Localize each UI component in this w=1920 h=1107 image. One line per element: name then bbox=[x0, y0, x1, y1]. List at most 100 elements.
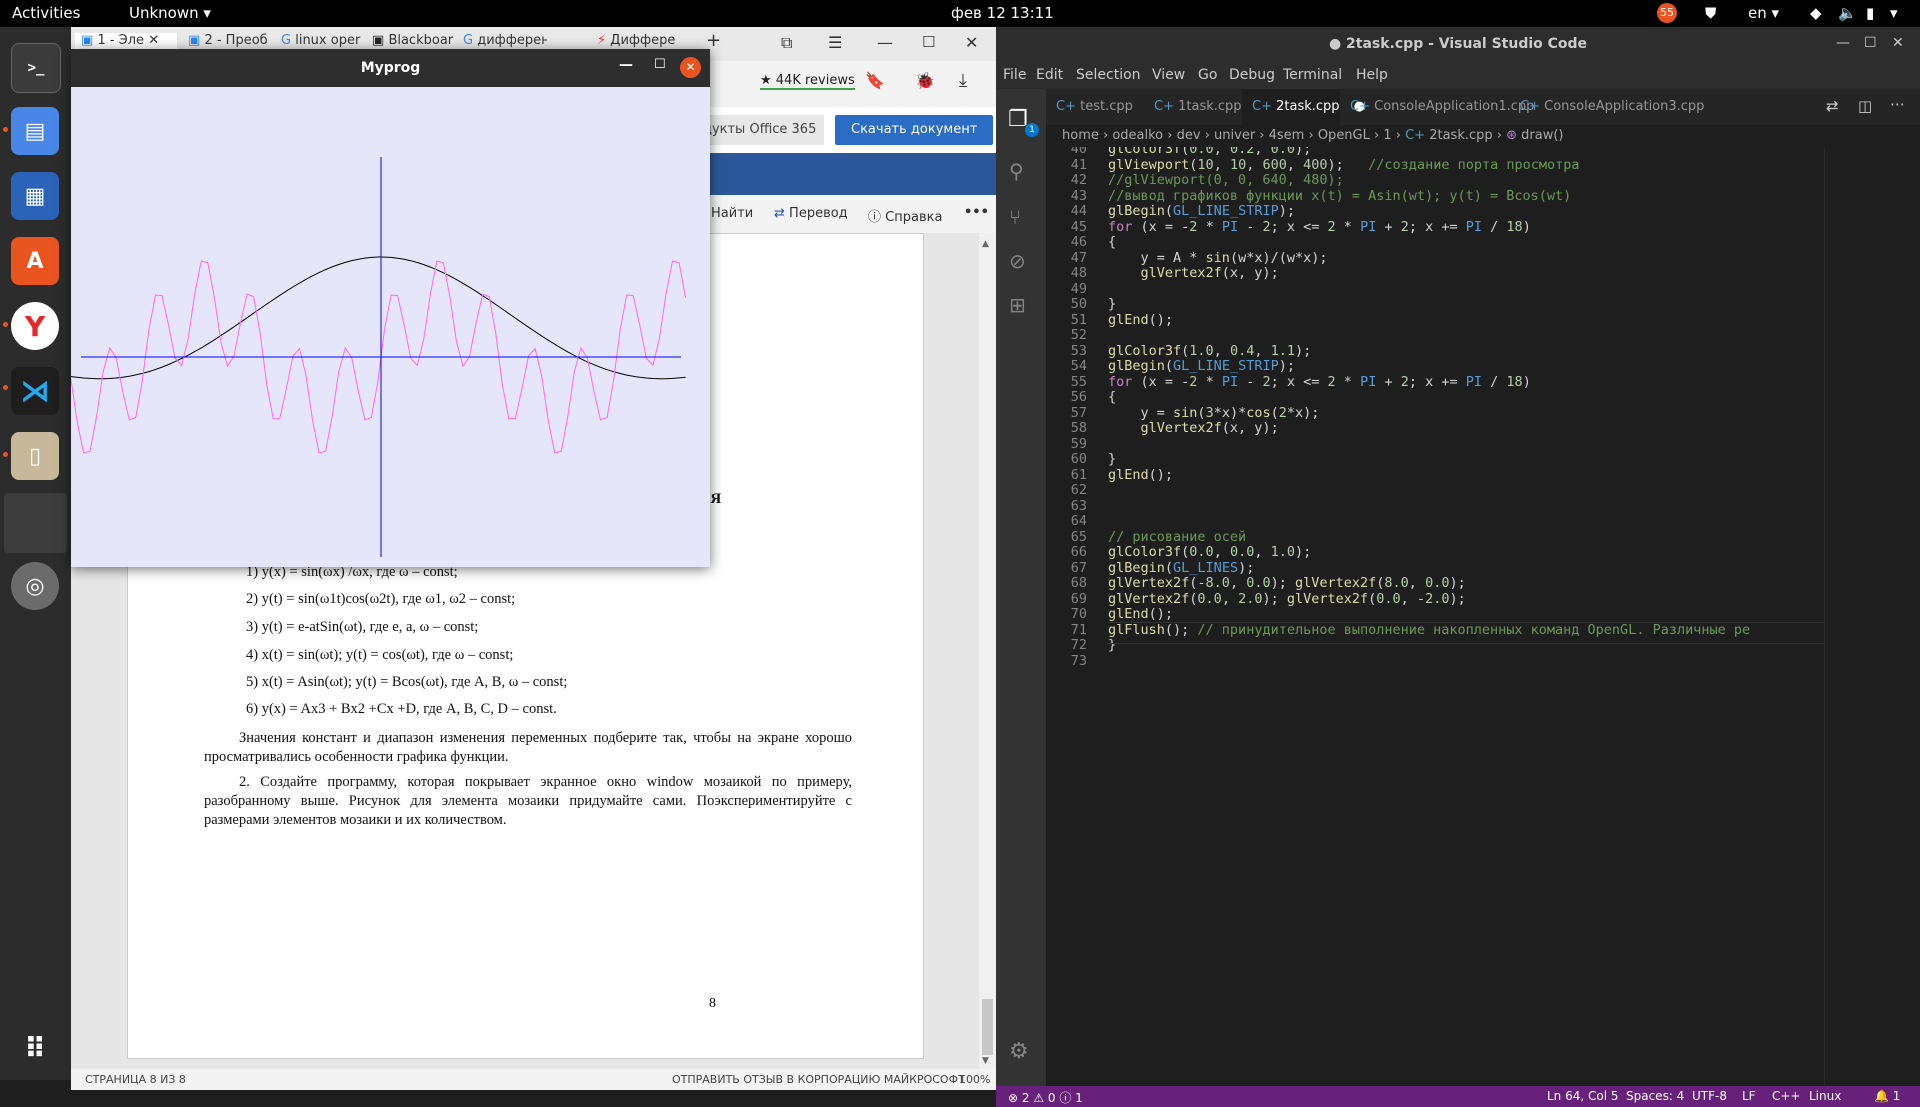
code-line: glBegin(GL_LINE_STRIP); bbox=[1108, 203, 1295, 219]
running-indicator bbox=[3, 452, 8, 457]
reviews-badge[interactable]: ★ 44K reviews bbox=[760, 73, 855, 90]
clock[interactable]: фев 12 13:11 bbox=[951, 4, 1054, 22]
myprog-titlebar[interactable]: Myprog — ☐ ✕ bbox=[71, 49, 710, 87]
battery-icon[interactable]: ▮ bbox=[1866, 4, 1874, 22]
scroll-up-icon[interactable]: ▲ bbox=[982, 239, 989, 249]
menu-go[interactable]: Go bbox=[1198, 67, 1217, 83]
line-number: 68 bbox=[1070, 575, 1087, 591]
yandex-browser-icon[interactable]: Y bbox=[11, 302, 59, 350]
problems-indicator[interactable]: ⊗ 2 ⚠ 0 ⓘ 1 bbox=[1008, 1089, 1083, 1106]
compare-icon[interactable]: ⇄ bbox=[1826, 97, 1839, 115]
files-icon[interactable]: ▤ bbox=[11, 107, 59, 155]
maximize-button[interactable]: ☐ bbox=[922, 33, 935, 55]
show-apps-icon[interactable]: ⠿ bbox=[11, 1024, 59, 1072]
code-line: glBegin(GL_LINE_STRIP); bbox=[1108, 358, 1295, 374]
minimize-button[interactable]: — bbox=[619, 57, 633, 73]
line-number: 60 bbox=[1070, 451, 1087, 467]
search-icon[interactable]: ⚲ bbox=[1009, 159, 1024, 183]
disc-icon[interactable]: ◎ bbox=[11, 562, 59, 610]
more-actions-icon[interactable]: ⋯ bbox=[1890, 95, 1905, 113]
more-options-button[interactable]: ••• bbox=[964, 205, 989, 220]
volume-icon[interactable]: 🔈 bbox=[1838, 4, 1857, 22]
extension-icon[interactable]: 🐞 bbox=[915, 71, 935, 90]
vscode-menubar: File Edit Selection View Go Debug Termin… bbox=[996, 63, 1920, 89]
split-editor-icon[interactable]: ◫ bbox=[1858, 97, 1872, 115]
line-endings[interactable]: LF bbox=[1742, 1089, 1756, 1103]
code-editor[interactable]: 40 glColor3f(0.0, 0.2, 0.0); 41 glViewport(… bbox=[1046, 147, 1920, 1086]
download-document-button[interactable]: Скачать документ bbox=[835, 115, 994, 145]
current-line-highlight bbox=[1108, 622, 1824, 644]
line-number: 72 bbox=[1070, 637, 1087, 653]
bookmark-icon[interactable]: 🔖 bbox=[865, 71, 885, 90]
find-button[interactable]: Найти bbox=[711, 206, 753, 221]
extensions-icon[interactable]: ⊞ bbox=[1009, 293, 1026, 317]
breadcrumb: home › odealko › dev › univer › 4sem › O… bbox=[1046, 125, 1920, 147]
tab-manager-icon[interactable]: ⧉ bbox=[781, 33, 792, 55]
scroll-down-icon[interactable]: ▼ bbox=[982, 1056, 989, 1066]
maximize-button[interactable]: ☐ bbox=[654, 57, 666, 72]
vscode-titlebar[interactable]: ● 2task.cpp - Visual Studio Code — ☐ ✕ bbox=[996, 27, 1920, 63]
menu-selection[interactable]: Selection bbox=[1076, 67, 1141, 83]
line-number: 59 bbox=[1070, 435, 1087, 452]
browser-menu-icon[interactable]: ☰ bbox=[828, 33, 842, 55]
menu-debug[interactable]: Debug bbox=[1229, 67, 1275, 83]
minimap[interactable] bbox=[1824, 147, 1920, 1086]
software-center-icon[interactable]: A bbox=[11, 237, 59, 285]
app-menu[interactable]: Unknown ▾ bbox=[129, 4, 211, 22]
network-icon[interactable]: ◆ bbox=[1810, 4, 1822, 22]
menu-terminal[interactable]: Terminal bbox=[1283, 67, 1342, 83]
language-mode[interactable]: C++ bbox=[1772, 1089, 1801, 1103]
code-line: for (x = -2 * PI - 2; x <= 2 * PI + 2; x… bbox=[1108, 373, 1531, 390]
translate-button[interactable]: ⇄ Перевод bbox=[774, 206, 848, 221]
line-number: 58 bbox=[1070, 420, 1087, 436]
menu-file[interactable]: File bbox=[1003, 67, 1026, 83]
explorer-badge: 1 bbox=[1025, 123, 1039, 137]
source-control-icon[interactable]: ⑂ bbox=[1009, 205, 1021, 229]
notification-badge[interactable]: 55 bbox=[1657, 3, 1677, 23]
help-button[interactable]: ⓘ Справка bbox=[868, 206, 942, 225]
scroll-thumb[interactable] bbox=[982, 999, 993, 1055]
formula-2: 2) y(t) = sin(ω1t)cos(ω2t), где ω1, ω2 –… bbox=[246, 591, 516, 607]
line-number: 48 bbox=[1070, 265, 1087, 281]
encoding[interactable]: UTF-8 bbox=[1692, 1089, 1727, 1103]
document-scrollbar[interactable]: ▲ ▼ bbox=[979, 233, 996, 1069]
line-number: 67 bbox=[1070, 559, 1087, 576]
terminal-icon[interactable]: >_ bbox=[11, 43, 61, 93]
breadcrumb-path[interactable]: home › odealko › dev › univer › 4sem › O… bbox=[1062, 128, 1564, 143]
code-line: glEnd(); bbox=[1108, 311, 1174, 328]
running-indicator bbox=[3, 127, 8, 132]
tab-consoleapplication1[interactable]: C+ ConsoleApplication1.cpp bbox=[1340, 89, 1534, 125]
vscode-title: ● 2task.cpp - Visual Studio Code bbox=[1328, 36, 1588, 52]
myprog-app-icon[interactable] bbox=[4, 493, 67, 553]
minimize-button[interactable]: — bbox=[877, 33, 893, 55]
cursor-position[interactable]: Ln 64, Col 5 bbox=[1547, 1089, 1619, 1103]
close-button[interactable]: ✕ bbox=[965, 33, 978, 55]
indentation[interactable]: Spaces: 4 bbox=[1626, 1089, 1684, 1103]
page-number: 8 bbox=[709, 996, 716, 1011]
download-icon[interactable]: ⤓ bbox=[959, 70, 967, 91]
activities-button[interactable]: Activities bbox=[12, 4, 80, 22]
shield-icon[interactable]: ⛊ bbox=[1705, 4, 1716, 22]
code-line: y = A * sin(w*x)/(w*x); bbox=[1108, 249, 1328, 266]
menu-view[interactable]: View bbox=[1152, 67, 1185, 83]
os-indicator[interactable]: Linux bbox=[1809, 1089, 1841, 1103]
tab-1task-cpp[interactable]: C+ 1task.cpp bbox=[1144, 89, 1242, 125]
debug-icon[interactable]: ⊘ bbox=[1009, 249, 1026, 273]
minimize-button[interactable]: — bbox=[1836, 35, 1850, 51]
close-button[interactable]: ✕ bbox=[680, 57, 701, 78]
menu-edit[interactable]: Edit bbox=[1036, 67, 1063, 83]
system-menu-icon[interactable]: ▾ bbox=[1890, 4, 1898, 22]
vscode-window: ● 2task.cpp - Visual Studio Code — ☐ ✕ F… bbox=[996, 27, 1920, 1107]
tab-2task-cpp[interactable]: C+ 2task.cpp ● bbox=[1242, 89, 1365, 125]
tab-test-cpp[interactable]: C+ test.cpp bbox=[1046, 89, 1144, 125]
language-switcher[interactable]: en ▾ bbox=[1748, 4, 1779, 22]
maximize-button[interactable]: ☐ bbox=[1864, 35, 1877, 51]
tab-consoleapplication3[interactable]: C+ ConsoleApplication3.cpp bbox=[1510, 89, 1704, 125]
notifications-bell-icon[interactable]: 🔔 1 bbox=[1874, 1089, 1900, 1103]
settings-gear-icon[interactable]: ⚙ bbox=[1009, 1039, 1029, 1064]
close-button[interactable]: ✕ bbox=[1892, 35, 1904, 51]
writer-icon[interactable]: ▦ bbox=[11, 172, 59, 220]
vscode-icon[interactable]: ⋊ bbox=[11, 367, 59, 415]
archive-icon[interactable]: ▯ bbox=[11, 432, 59, 480]
menu-help[interactable]: Help bbox=[1356, 67, 1388, 83]
